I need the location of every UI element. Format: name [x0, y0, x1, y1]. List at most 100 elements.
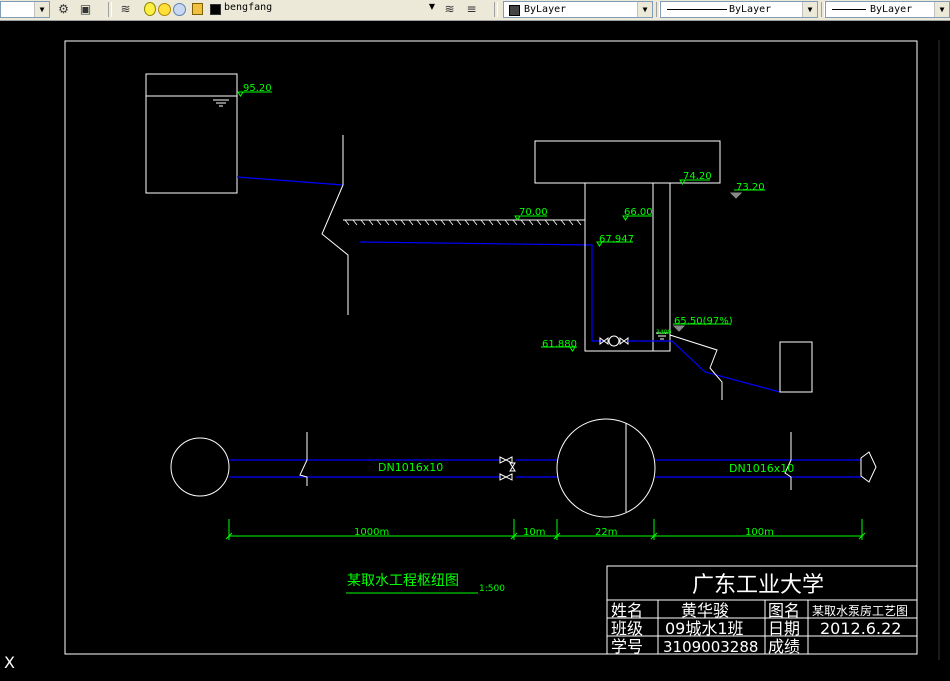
elevation-pump-level: 61.880 [542, 339, 577, 350]
hatch-mark [464, 219, 470, 226]
suction-pipe [359, 241, 605, 342]
drawing-scale: 1:500 [479, 584, 505, 594]
university-name: 广东工业大学 [692, 573, 824, 598]
lineweight-swatch [832, 9, 866, 10]
outlet-pipe [671, 340, 781, 393]
hatch-mark [416, 219, 422, 226]
hatch-mark [568, 219, 574, 226]
bank-break-line-right [669, 334, 723, 400]
freeze-sun-icon[interactable] [158, 3, 171, 16]
high-level-tank [145, 73, 238, 194]
drawing-border [64, 40, 918, 655]
make-layer-current-icon[interactable]: ≋ [441, 1, 458, 18]
hatch-mark [552, 219, 558, 226]
layer-previous-stack-icon[interactable]: ≡ [463, 1, 480, 18]
pipe-label-right: DN1016x10 [729, 462, 794, 475]
layer-dropdown-arrow[interactable]: ▼ [426, 2, 438, 11]
plan-pump-house-circle [556, 418, 656, 518]
dim-1000: 1000m [354, 527, 389, 538]
chevron-down-icon[interactable]: ▼ [637, 2, 652, 17]
lineweight-dropdown[interactable]: ByLayer ▼ [825, 1, 950, 18]
chevron-down-icon[interactable]: ▼ [34, 2, 49, 17]
dim-100: 100m [745, 527, 774, 538]
hatch-mark [448, 219, 454, 226]
elevation-water-level: 65.50(97%) [674, 316, 733, 327]
color-swatch [509, 5, 520, 16]
layer-manager-icon[interactable]: ≋ [117, 1, 134, 18]
lightbulb-icon[interactable] [144, 2, 156, 16]
drawing-canvas[interactable]: 95.20 74.20 73.20 70.00 66.00 67.947 65.… [0, 20, 950, 681]
grade-label: 成绩 [768, 637, 800, 656]
pump-symbol [599, 335, 629, 347]
hatch-mark [472, 219, 478, 226]
class-value: 09城水1班 [665, 619, 744, 638]
elevation-min-level: 3400 [656, 329, 671, 336]
hatch-mark [536, 219, 542, 226]
lock-icon[interactable] [192, 3, 203, 15]
hatch-mark [560, 219, 566, 226]
elevation-tank-top: 95.20 [243, 83, 272, 94]
elevation-right-top: 74.20 [683, 171, 712, 182]
color-dropdown[interactable]: ByLayer ▼ [503, 1, 653, 18]
hatch-mark [528, 219, 534, 226]
hatch-mark [480, 219, 486, 226]
layer-name: bengfang [224, 2, 273, 13]
hatch-mark [456, 219, 462, 226]
viewport-freeze-icon[interactable] [173, 3, 186, 16]
ucs-icon: X [4, 653, 15, 672]
properties-toolbar: ▼ ⚙ ▣ ≋ bengfang ▼ ≋ ≡ ByLayer ▼ ByLayer… [0, 0, 950, 21]
hatch-mark [488, 219, 494, 226]
hatch-mark [384, 219, 390, 226]
id-label: 学号 [611, 637, 643, 656]
drawing-name-label: 图名 [768, 601, 800, 620]
hatch-mark [392, 219, 398, 226]
hatch-mark [408, 219, 414, 226]
elevation-marker: 95.20 [237, 83, 272, 97]
hatch-mark [544, 219, 550, 226]
hatch-mark [576, 219, 582, 226]
delivery-pipe [236, 176, 344, 186]
class-label: 班级 [611, 619, 643, 638]
color-value: ByLayer [524, 4, 567, 15]
drawing-name-value: 某取水泵房工艺图 [812, 603, 908, 618]
hatch-mark [520, 219, 526, 226]
hatch-mark [400, 219, 406, 226]
linetype-swatch [667, 9, 727, 10]
elevation-ground-right: 73.20 [736, 182, 765, 193]
linetype-dropdown[interactable]: ByLayer ▼ [660, 1, 818, 18]
plan-view: DN1016x10 DN1016x10 1000m 10m 22m 100m [170, 418, 877, 540]
hatch-mark [496, 219, 502, 226]
dim-22: 22m [595, 527, 617, 538]
pipe-label-left: DN1016x10 [378, 461, 443, 474]
hatch-mark [344, 219, 350, 226]
layer-previous-icon[interactable]: ▣ [77, 1, 94, 18]
date-label: 日期 [768, 619, 800, 638]
hatch-mark [424, 219, 430, 226]
elevation-annotations: 74.20 73.20 70.00 66.00 67.947 65.50(97%… [514, 171, 765, 352]
plan-tank-circle [170, 437, 230, 497]
hatch-mark [368, 219, 374, 226]
name-label: 姓名 [611, 601, 643, 620]
chevron-down-icon[interactable]: ▼ [802, 2, 817, 17]
elevation-pipe-level: 67.947 [599, 234, 634, 245]
hatch-mark [440, 219, 446, 226]
linetype-value: ByLayer [729, 4, 772, 15]
elevation-well-mid: 66.00 [624, 207, 653, 218]
dim-10: 10m [523, 527, 545, 538]
name-value: 黄华骏 [681, 601, 729, 620]
hatch-mark [432, 219, 438, 226]
toolbar-left-dropdown[interactable]: ▼ [0, 1, 50, 18]
hatch-mark [352, 219, 358, 226]
chevron-down-icon[interactable]: ▼ [934, 2, 949, 17]
layer-color-swatch [210, 4, 221, 15]
hatch-mark [376, 219, 382, 226]
downstream-box [779, 341, 813, 393]
id-value: 3109003288 [663, 638, 758, 656]
hatch-mark [512, 219, 518, 226]
hatch-mark [360, 219, 366, 226]
layer-state-icon[interactable]: ⚙ [55, 1, 72, 18]
layer-dropdown[interactable]: bengfang ▼ [140, 1, 438, 18]
elevation-ground-left: 70.00 [519, 207, 548, 218]
date-value: 2012.6.22 [820, 619, 901, 638]
drawing-title: 某取水工程枢纽图 [347, 573, 459, 589]
